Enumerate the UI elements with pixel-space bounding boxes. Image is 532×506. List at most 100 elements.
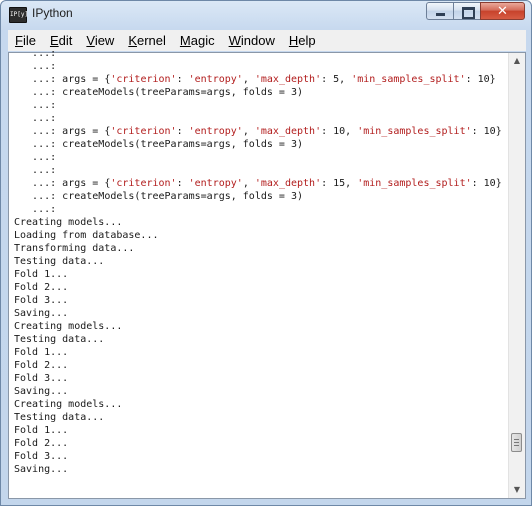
console-line: Fold 1...	[14, 346, 504, 359]
title-bar[interactable]: IP[y] IPython ✕	[1, 1, 531, 27]
output-text: Fold 3...	[14, 451, 69, 462]
menu-accelerator: M	[179, 33, 191, 48]
string-literal: 'criterion'	[110, 126, 177, 137]
continuation-prompt: ...:	[14, 113, 63, 124]
continuation-prompt: ...:	[14, 139, 63, 150]
console-line: Loading from database...	[14, 229, 504, 242]
minimize-icon	[436, 13, 445, 16]
continuation-prompt: ...:	[14, 126, 63, 137]
output-text: Saving...	[14, 308, 69, 319]
console-line: Fold 1...	[14, 268, 504, 281]
continuation-prompt: ...:	[14, 191, 63, 202]
console-line: ...:	[14, 151, 504, 164]
code-token: args = {	[62, 178, 111, 189]
menu-label: elp	[298, 33, 316, 48]
menu-accelerator: E	[49, 33, 59, 48]
console-line: ...:	[14, 112, 504, 125]
console-line: ...:	[14, 60, 504, 73]
continuation-prompt: ...:	[14, 178, 63, 189]
output-text: Fold 2...	[14, 360, 69, 371]
console-line: Testing data...	[14, 411, 504, 424]
console-line: Saving...	[14, 307, 504, 320]
maximize-icon	[462, 7, 475, 19]
code-token: : 10}	[471, 126, 502, 137]
string-literal: 'criterion'	[110, 74, 177, 85]
vertical-scrollbar[interactable]: ▲ ▼	[508, 53, 525, 498]
output-text: Testing data...	[14, 256, 105, 267]
output-text: Testing data...	[14, 334, 105, 345]
output-text: Creating models...	[14, 399, 123, 410]
string-literal: 'max_depth'	[254, 126, 322, 137]
console-output[interactable]: ...: ...: ...: args = {'criterion': 'ent…	[14, 47, 504, 495]
code-token: ,	[242, 126, 255, 137]
code-token: ,	[242, 178, 255, 189]
window-title: IPython	[32, 6, 73, 20]
console-line: ...: args = {'criterion': 'entropy', 'ma…	[14, 177, 504, 190]
menu-window[interactable]: Window	[222, 33, 282, 48]
console-line: Fold 3...	[14, 372, 504, 385]
console-line: Fold 3...	[14, 450, 504, 463]
console-area[interactable]: ...: ...: ...: args = {'criterion': 'ent…	[8, 48, 526, 499]
string-literal: 'entropy'	[188, 178, 243, 189]
console-line: Testing data...	[14, 255, 504, 268]
grip-line	[514, 442, 519, 443]
menu-accelerator: K	[128, 33, 137, 48]
console-line: ...: createModels(treeParams=args, folds…	[14, 190, 504, 203]
menu-label: agic	[190, 33, 215, 48]
code-token: : 5,	[321, 74, 352, 85]
menu-help[interactable]: Help	[282, 33, 323, 48]
code-token: :	[176, 126, 189, 137]
continuation-prompt: ...:	[14, 100, 63, 111]
menu-edit[interactable]: Edit	[43, 33, 79, 48]
menu-accelerator: W	[228, 33, 241, 48]
console-line: Creating models...	[14, 320, 504, 333]
code-token: : 15,	[321, 178, 358, 189]
string-literal: 'min_samples_split'	[357, 126, 472, 137]
console-line: ...:	[14, 164, 504, 177]
menu-label: iew	[94, 33, 115, 48]
menu-label: ile	[22, 33, 36, 48]
console-line: Transforming data...	[14, 242, 504, 255]
menu-kernel[interactable]: Kernel	[121, 33, 173, 48]
menu-magic[interactable]: Magic	[173, 33, 222, 48]
menu-label: dit	[58, 33, 73, 48]
console-line: ...:	[14, 203, 504, 216]
code-token: : 10,	[321, 126, 358, 137]
output-text: Fold 1...	[14, 269, 69, 280]
menu-label: indow	[240, 33, 275, 48]
scroll-up-arrow-icon[interactable]: ▲	[509, 53, 525, 69]
menu-accelerator: V	[86, 33, 95, 48]
console-line: Saving...	[14, 463, 504, 476]
close-button[interactable]: ✕	[480, 2, 525, 20]
console-line: ...: args = {'criterion': 'entropy', 'ma…	[14, 73, 504, 86]
continuation-prompt: ...:	[14, 152, 63, 163]
caption-buttons: ✕	[426, 2, 525, 21]
code-text: createModels(treeParams=args, folds = 3)	[62, 87, 303, 98]
menu-view[interactable]: View	[79, 33, 121, 48]
menu-accelerator: H	[288, 33, 299, 48]
output-text: Loading from database...	[14, 230, 159, 241]
console-line: Saving...	[14, 385, 504, 398]
minimize-button[interactable]	[426, 2, 453, 20]
continuation-prompt: ...:	[14, 61, 63, 72]
console-line: ...: createModels(treeParams=args, folds…	[14, 86, 504, 99]
code-token: ,	[242, 74, 255, 85]
output-text: Fold 3...	[14, 295, 69, 306]
scroll-down-arrow-icon[interactable]: ▼	[509, 482, 525, 498]
ipython-app-icon[interactable]: IP[y]	[9, 7, 28, 23]
console-line: Fold 2...	[14, 281, 504, 294]
menu-file[interactable]: File	[8, 33, 43, 48]
output-text: Saving...	[14, 386, 69, 397]
code-token: :	[176, 178, 189, 189]
scrollbar-thumb[interactable]	[511, 433, 522, 452]
code-text: createModels(treeParams=args, folds = 3)	[62, 191, 303, 202]
output-text: Fold 1...	[14, 425, 69, 436]
menu-label: ernel	[137, 33, 166, 48]
code-token: args = {	[62, 126, 111, 137]
string-literal: 'entropy'	[188, 74, 243, 85]
console-line: ...: args = {'criterion': 'entropy', 'ma…	[14, 125, 504, 138]
console-line: Fold 2...	[14, 359, 504, 372]
maximize-button[interactable]	[453, 2, 480, 20]
